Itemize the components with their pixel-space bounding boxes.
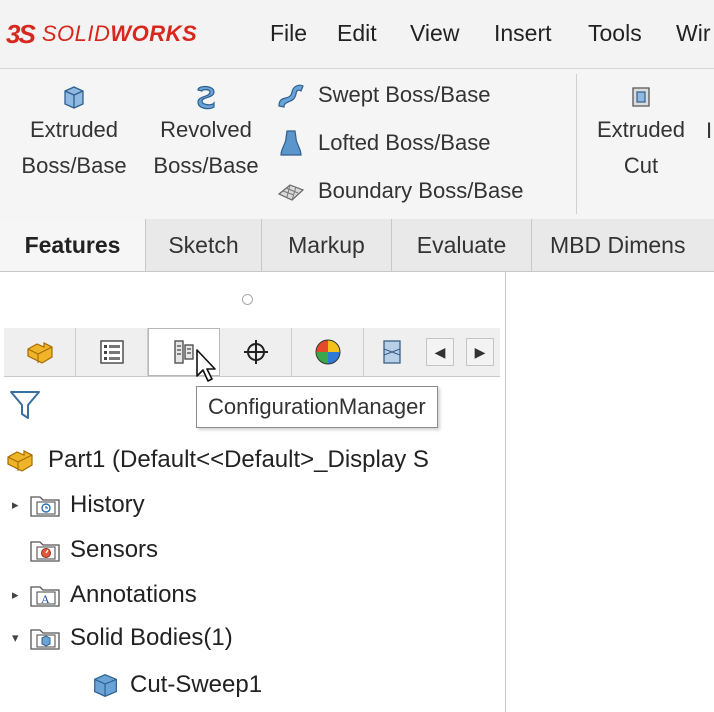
extruded-boss-button[interactable]: Extruded Boss/Base	[18, 82, 130, 184]
tree-item-annotations[interactable]: ▸ A Annotations	[12, 578, 197, 612]
solid-body-icon	[94, 673, 117, 697]
collapse-caret-icon[interactable]: ▾	[12, 630, 28, 646]
swept-boss-button[interactable]: Swept Boss/Base	[276, 80, 490, 110]
configurationmanager-tooltip: ConfigurationManager	[196, 386, 438, 428]
svg-text:A: A	[41, 592, 50, 606]
boundary-boss-button[interactable]: Boundary Boss/Base	[276, 176, 523, 206]
tree-child-label: Cut-Sweep1	[130, 671, 263, 698]
tree-item-history[interactable]: ▸ History	[12, 488, 145, 522]
tree-root-label: Part1 (Default<<Default>_Display S	[48, 446, 429, 473]
mouse-cursor-icon	[196, 349, 216, 382]
solid-bodies-folder-icon	[30, 629, 60, 650]
sensors-folder-icon	[30, 541, 60, 562]
menu-view[interactable]: View	[410, 20, 459, 47]
tab-markup[interactable]: Markup	[262, 219, 392, 271]
swept-boss-icon	[278, 84, 304, 108]
extruded-boss-icon	[64, 86, 84, 109]
revolved-boss-label-2: Boss/Base	[153, 153, 259, 178]
next-command-partial[interactable]: I	[706, 118, 712, 144]
annotations-folder-icon: A	[30, 586, 60, 607]
tree-item-sensors[interactable]: Sensors	[12, 533, 158, 567]
lofted-boss-icon	[280, 130, 302, 156]
featuremanager-icon	[26, 342, 53, 364]
boundary-boss-icon	[277, 184, 305, 201]
extruded-cut-label-1: Extruded	[596, 117, 686, 142]
history-folder-icon	[30, 496, 60, 517]
extruded-cut-label-2: Cut	[623, 153, 659, 178]
manager-tab-strip: ◀ ▶	[4, 328, 500, 377]
expand-caret-icon[interactable]: ▸	[12, 497, 28, 513]
filter-button[interactable]	[8, 388, 42, 427]
extruded-boss-label-2: Boss/Base	[21, 153, 127, 178]
tree-item-label: Solid Bodies(1)	[70, 624, 233, 651]
displaymanager-tab[interactable]	[292, 328, 364, 376]
revolved-boss-icon	[197, 85, 215, 110]
title-menu-bar: 3S SOLIDWORKS File Edit View Insert Tool…	[0, 0, 714, 69]
part-icon	[7, 450, 33, 472]
tree-root-part1[interactable]: Part1 (Default<<Default>_Display S	[4, 443, 504, 477]
tree-item-label: Sensors	[70, 536, 159, 563]
extruded-cut-icon	[632, 87, 650, 107]
displaymanager-icon	[315, 339, 340, 365]
command-manager-tabs: Features Sketch Markup Evaluate MBD Dime…	[0, 219, 714, 272]
ribbon-separator	[576, 74, 577, 214]
menu-file[interactable]: File	[270, 20, 307, 47]
propertymanager-tab[interactable]	[76, 328, 148, 376]
tab-evaluate[interactable]: Evaluate	[392, 219, 532, 271]
tree-item-label: History	[70, 491, 145, 518]
solidworks-logo[interactable]: 3S SOLIDWORKS	[6, 14, 197, 54]
logo-text-light: SOLID	[41, 21, 111, 46]
featuremanager-tab[interactable]	[4, 328, 76, 376]
tree-item-label: Annotations	[70, 581, 197, 608]
filter-icon	[10, 391, 40, 419]
menu-insert[interactable]: Insert	[494, 20, 552, 47]
revolved-boss-label-1: Revolved	[160, 117, 252, 142]
panel-splitter-grip[interactable]	[242, 294, 253, 305]
scroll-right-button[interactable]: ▶	[466, 338, 494, 366]
tab-features[interactable]: Features	[0, 219, 146, 271]
tree-item-solid-bodies[interactable]: ▾ Solid Bodies(1)	[12, 621, 233, 655]
lofted-boss-button[interactable]: Lofted Boss/Base	[276, 128, 490, 158]
extruded-boss-label-1: Extruded	[29, 117, 119, 142]
menu-window[interactable]: Wir	[676, 20, 710, 47]
swept-boss-label: Swept Boss/Base	[318, 82, 491, 107]
boundary-boss-label: Boundary Boss/Base	[318, 178, 524, 203]
menu-tools[interactable]: Tools	[588, 20, 642, 47]
menu-edit[interactable]: Edit	[337, 20, 377, 47]
scroll-left-button[interactable]: ◀	[426, 338, 454, 366]
expand-caret-icon[interactable]: ▸	[12, 587, 28, 603]
lofted-boss-label: Lofted Boss/Base	[318, 130, 491, 155]
tab-sketch[interactable]: Sketch	[146, 219, 262, 271]
propertymanager-icon	[99, 340, 124, 364]
logo-text-bold: WORKS	[110, 21, 198, 46]
tree-item-cut-sweep1[interactable]: Cut-Sweep1	[90, 668, 262, 702]
revolved-boss-button[interactable]: Revolved Boss/Base	[150, 82, 262, 184]
cam-tab[interactable]	[364, 328, 420, 376]
cam-icon	[383, 340, 401, 364]
dimxpertmanager-icon	[243, 340, 268, 364]
extruded-cut-button[interactable]: Extruded Cut	[586, 82, 696, 184]
ds-logo-mark: 3S	[6, 18, 36, 49]
dimxpertmanager-tab[interactable]	[220, 328, 292, 376]
tab-mbd-dimensions[interactable]: MBD Dimens	[532, 219, 714, 271]
